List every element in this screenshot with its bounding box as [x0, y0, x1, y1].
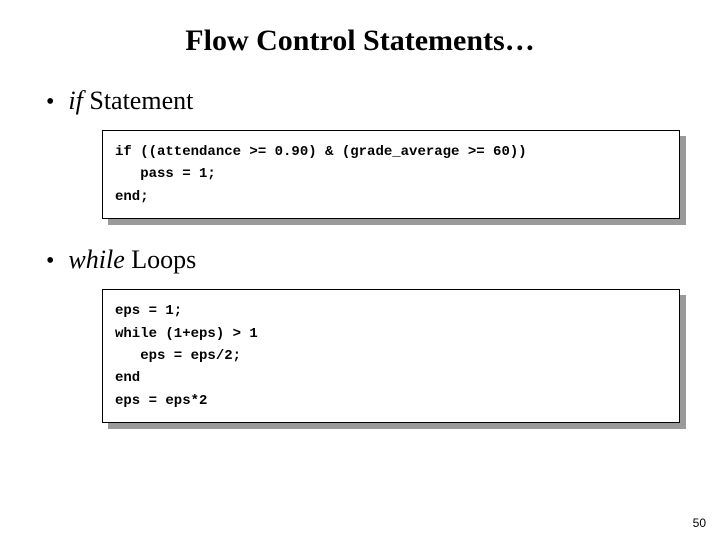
- section-label-while: while Loops: [68, 245, 196, 275]
- code-line: eps = eps*2: [115, 390, 667, 412]
- section-label-if-rest: Statement: [83, 86, 193, 115]
- codebox-if: if ((attendance >= 0.90) & (grade_averag…: [102, 130, 680, 219]
- code-line: end;: [115, 186, 667, 208]
- section-label-if-italic: if: [68, 86, 82, 115]
- bullet-row-if: • if Statement: [46, 86, 680, 116]
- bullet-icon: •: [46, 249, 54, 273]
- codebox-wrap-if: if ((attendance >= 0.90) & (grade_averag…: [102, 130, 680, 219]
- codebox-while: eps = 1; while (1+eps) > 1 eps = eps/2; …: [102, 289, 680, 423]
- bullet-icon: •: [46, 90, 54, 114]
- code-line: while (1+eps) > 1: [115, 323, 667, 345]
- section-label-if: if Statement: [68, 86, 193, 116]
- section-while: • while Loops eps = 1; while (1+eps) > 1…: [40, 245, 680, 423]
- bullet-row-while: • while Loops: [46, 245, 680, 275]
- page-number: 50: [693, 516, 706, 530]
- code-line: pass = 1;: [115, 163, 667, 185]
- section-if: • if Statement if ((attendance >= 0.90) …: [40, 86, 680, 219]
- code-line: eps = 1;: [115, 300, 667, 322]
- code-line: end: [115, 367, 667, 389]
- code-line: eps = eps/2;: [115, 345, 667, 367]
- section-label-while-italic: while: [68, 245, 124, 274]
- code-line: if ((attendance >= 0.90) & (grade_averag…: [115, 141, 667, 163]
- section-label-while-rest: Loops: [125, 245, 197, 274]
- codebox-wrap-while: eps = 1; while (1+eps) > 1 eps = eps/2; …: [102, 289, 680, 423]
- slide-title: Flow Control Statements…: [40, 24, 680, 58]
